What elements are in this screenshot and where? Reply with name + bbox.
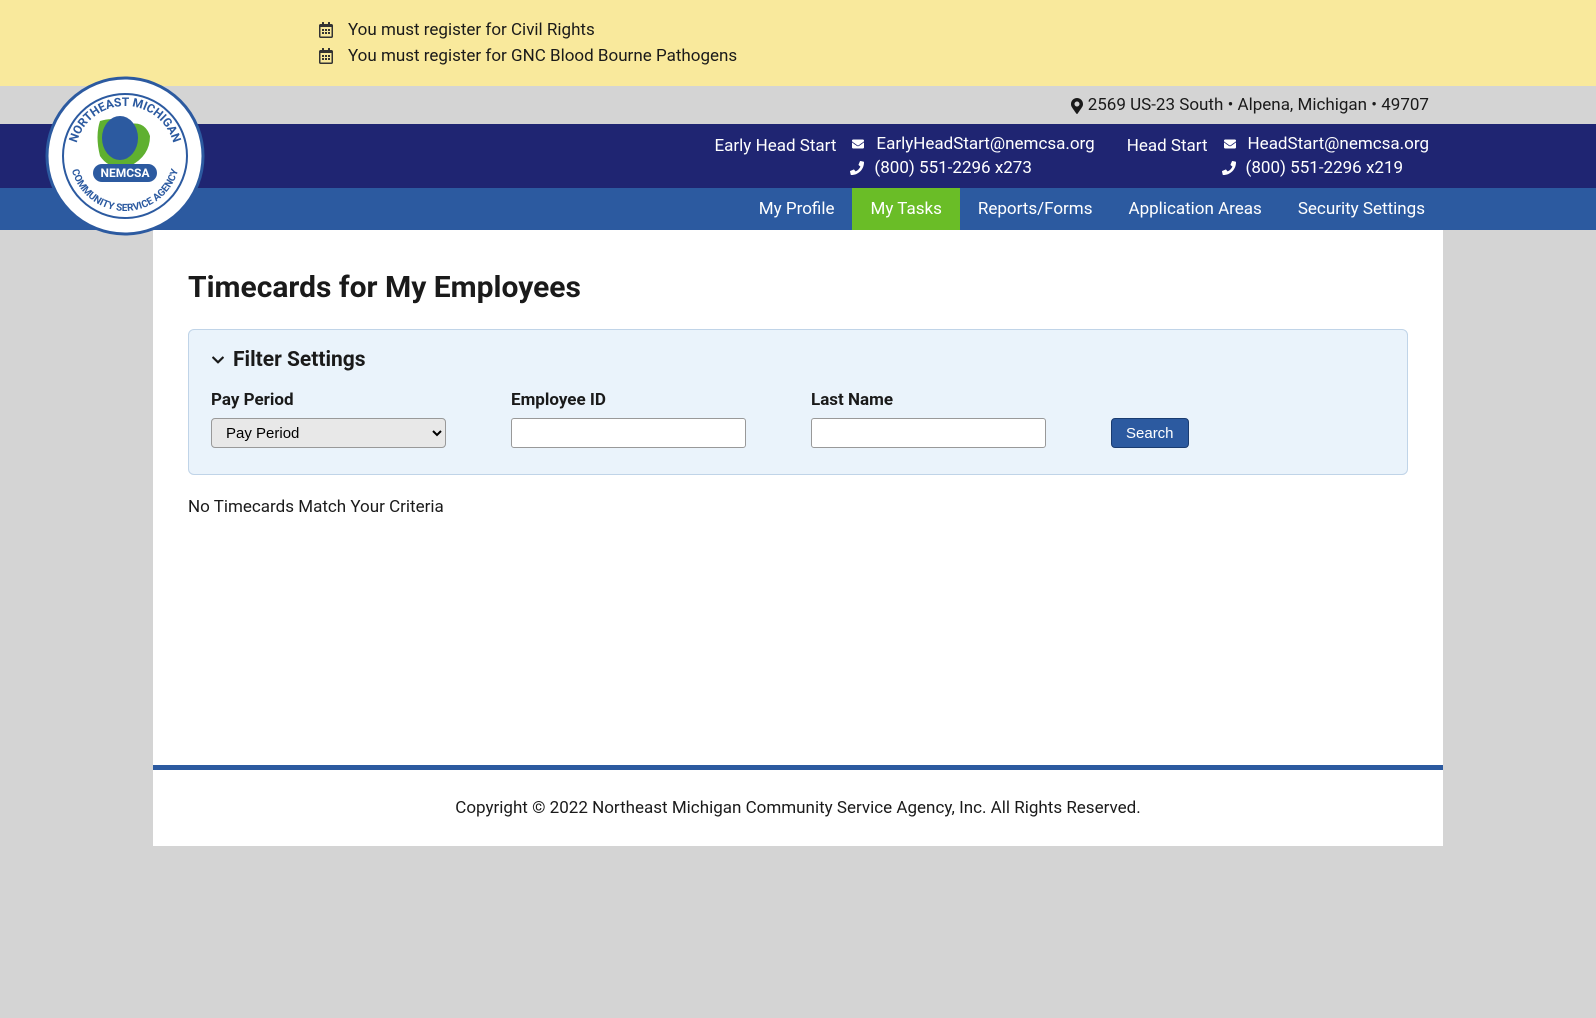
nav-bar: My Profile My Tasks Reports/Forms Applic… [0, 188, 1596, 230]
calendar-icon [318, 48, 334, 64]
contact-email[interactable]: EarlyHeadStart@nemcsa.org [876, 134, 1094, 154]
no-results-message: No Timecards Match Your Criteria [188, 497, 1408, 517]
svg-text:NEMCSA: NEMCSA [100, 166, 150, 180]
contact-group-early-head-start: Early Head Start EarlyHeadStart@nemcsa.o… [715, 134, 1095, 178]
nav-application-areas[interactable]: Application Areas [1111, 188, 1280, 230]
employee-id-label: Employee ID [511, 390, 746, 410]
filter-header-label: Filter Settings [233, 348, 366, 372]
page-title: Timecards for My Employees [188, 270, 1408, 305]
pay-period-select[interactable]: Pay Period [211, 418, 446, 448]
contact-email[interactable]: HeadStart@nemcsa.org [1248, 134, 1429, 154]
contact-group-head-start: Head Start HeadStart@nemcsa.org (800) 55… [1127, 134, 1429, 178]
nav-my-tasks[interactable]: My Tasks [852, 188, 959, 230]
map-marker-icon [1071, 98, 1083, 114]
envelope-icon [1222, 138, 1238, 150]
filter-panel: Filter Settings Pay Period Pay Period Em… [188, 329, 1408, 475]
chevron-down-icon [211, 353, 225, 367]
contact-phone: (800) 551-2296 x273 [874, 158, 1032, 178]
nav-reports-forms[interactable]: Reports/Forms [960, 188, 1111, 230]
alert-item: You must register for Civil Rights [318, 20, 1443, 40]
alert-banner: You must register for Civil Rights You m… [0, 0, 1596, 86]
address-bar: 2569 US-23 South • Alpena, Michigan • 49… [0, 86, 1596, 124]
employee-id-input[interactable] [511, 418, 746, 448]
alert-item: You must register for GNC Blood Bourne P… [318, 46, 1443, 66]
envelope-icon [850, 138, 866, 150]
calendar-icon [318, 22, 334, 38]
phone-icon [850, 161, 864, 175]
last-name-label: Last Name [811, 390, 1046, 410]
address-text: 2569 US-23 South • Alpena, Michigan • 49… [1088, 95, 1429, 115]
logo: NORTHEAST MICHIGAN COMMUNITY SERVICE AGE… [45, 76, 205, 236]
footer-copyright: Copyright © 2022 Northeast Michigan Comm… [455, 798, 1140, 818]
pay-period-label: Pay Period [211, 390, 446, 410]
nav-my-profile[interactable]: My Profile [741, 188, 853, 230]
footer: Copyright © 2022 Northeast Michigan Comm… [153, 770, 1443, 846]
nav-security-settings[interactable]: Security Settings [1280, 188, 1443, 230]
contact-label: Early Head Start [715, 134, 837, 156]
last-name-input[interactable] [811, 418, 1046, 448]
contact-phone: (800) 551-2296 x219 [1246, 158, 1404, 178]
search-button[interactable]: Search [1111, 418, 1189, 448]
filter-header-toggle[interactable]: Filter Settings [211, 348, 1385, 372]
alert-text: You must register for GNC Blood Bourne P… [348, 46, 737, 66]
contact-bar: Early Head Start EarlyHeadStart@nemcsa.o… [0, 124, 1596, 188]
phone-icon [1222, 161, 1236, 175]
contact-label: Head Start [1127, 134, 1208, 156]
alert-text: You must register for Civil Rights [348, 20, 595, 40]
